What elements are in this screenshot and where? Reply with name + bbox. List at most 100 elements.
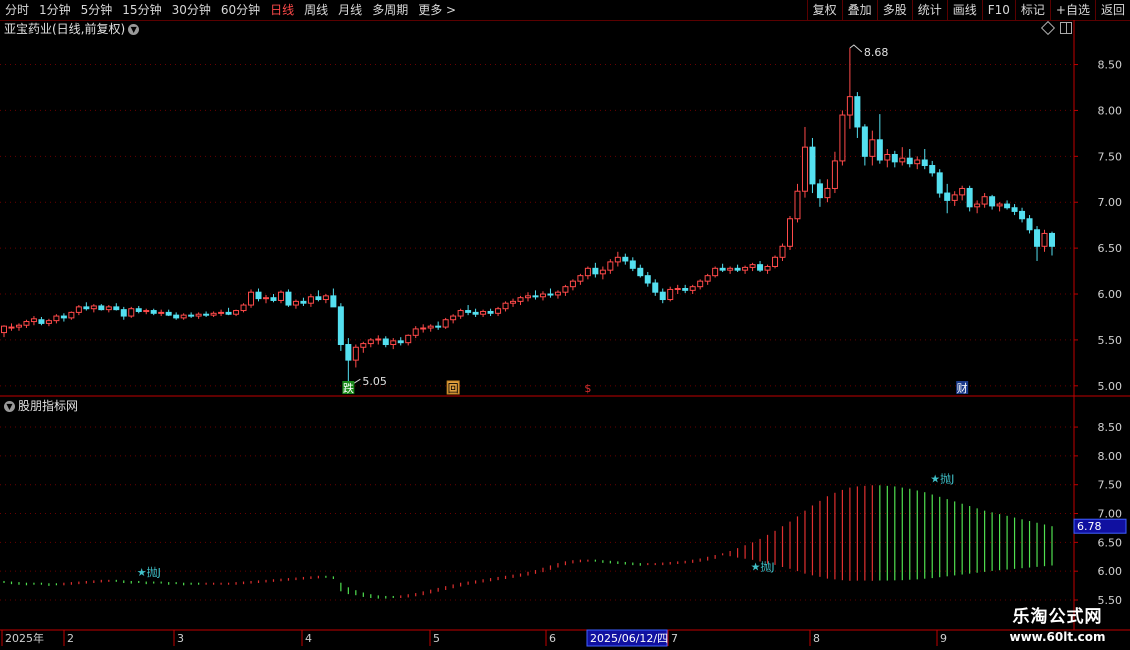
candle <box>577 273 584 285</box>
candle <box>143 308 150 315</box>
x-axis-label: 2 <box>67 632 74 645</box>
candle-body <box>974 203 981 208</box>
candle-body <box>90 305 97 310</box>
candle-body <box>644 275 651 284</box>
candle-body <box>854 96 861 128</box>
candle-body <box>689 286 696 291</box>
candle <box>128 306 135 318</box>
candle <box>1049 231 1055 256</box>
chart-canvas[interactable]: 8.50 8.00 7.50 7.00 6.50 6.00 5.50 5.00 8.68 5.05… <box>0 0 1130 650</box>
main-y-tick-label: 7.00 <box>1098 196 1123 209</box>
candle-body <box>1049 232 1055 247</box>
candle <box>779 243 786 261</box>
main-y-tick-label: 5.00 <box>1098 380 1123 393</box>
candle-body <box>539 293 546 298</box>
candle-body <box>787 218 793 247</box>
candle-body <box>270 297 277 301</box>
sub-y-tick-label: 7.00 <box>1098 508 1123 521</box>
candle-body <box>15 324 22 328</box>
candle-body <box>794 190 801 220</box>
candle <box>405 334 412 346</box>
candle-body <box>307 296 314 304</box>
candle <box>996 202 1003 212</box>
main-y-tick-label: 7.50 <box>1098 150 1123 163</box>
candle <box>277 290 284 304</box>
candle <box>667 286 674 302</box>
candle-body <box>143 310 150 313</box>
candle <box>659 288 666 304</box>
candle <box>517 295 524 306</box>
candle-body <box>113 306 120 311</box>
candle-body <box>420 327 427 330</box>
candle <box>584 266 591 280</box>
candle-body <box>801 146 808 192</box>
candle-body <box>547 293 554 296</box>
candle <box>532 290 539 300</box>
candle-body <box>367 339 374 345</box>
candle <box>921 148 928 170</box>
candle-body <box>502 302 509 310</box>
candle-body <box>337 306 344 346</box>
candle <box>255 288 262 302</box>
candle-body <box>674 288 681 291</box>
candle-body <box>944 192 951 201</box>
candle <box>682 284 689 294</box>
candle-body <box>30 318 37 323</box>
candle <box>951 191 958 206</box>
candle <box>225 307 232 316</box>
candle-body <box>936 172 943 194</box>
event-marker-label: 回 <box>448 382 459 395</box>
candle-body <box>330 295 337 308</box>
sub-y-tick-label: 8.00 <box>1098 450 1123 463</box>
candle <box>360 341 367 353</box>
candle <box>150 308 157 316</box>
candle-body <box>1026 218 1033 231</box>
candle <box>674 284 681 295</box>
main-y-tick-label: 5.50 <box>1098 334 1123 347</box>
candle-body <box>397 340 404 344</box>
candle-body <box>285 291 292 306</box>
candle-body <box>457 310 464 317</box>
candle-body <box>322 295 329 301</box>
candle-body <box>809 146 816 185</box>
candle <box>1026 215 1033 234</box>
candle <box>764 264 771 274</box>
candle-body <box>233 310 240 315</box>
candle-body <box>480 310 487 315</box>
candle <box>165 309 172 317</box>
candle <box>23 319 30 328</box>
candle-body <box>779 245 786 258</box>
candle-body <box>158 311 165 314</box>
candle <box>248 289 255 308</box>
signal-label: ★抛J <box>930 471 954 485</box>
candle-body <box>98 305 105 311</box>
candle-body <box>697 280 704 288</box>
candle-body <box>614 256 621 263</box>
candle-body <box>8 326 15 329</box>
candle-body <box>816 183 823 199</box>
candle-body <box>554 291 561 296</box>
candle-body <box>996 203 1003 207</box>
candle <box>495 306 502 317</box>
candle-body <box>38 319 45 324</box>
candle-body <box>218 311 225 314</box>
candle-body <box>719 267 726 271</box>
candle <box>891 150 898 168</box>
candle <box>809 137 816 194</box>
candle <box>554 290 561 299</box>
candle-body <box>472 311 479 315</box>
candle <box>90 304 97 313</box>
sub-y-tick-label: 6.00 <box>1098 565 1123 578</box>
candle-body <box>607 261 614 271</box>
candle <box>270 294 277 303</box>
candle-body <box>1019 210 1026 220</box>
candle <box>45 318 52 327</box>
candle <box>787 216 793 250</box>
candle-body <box>195 313 202 317</box>
candle <box>240 303 247 313</box>
candle <box>397 337 404 346</box>
candle-body <box>629 260 636 269</box>
candle <box>1011 204 1018 216</box>
candle <box>704 273 711 285</box>
candle-body <box>83 306 90 310</box>
